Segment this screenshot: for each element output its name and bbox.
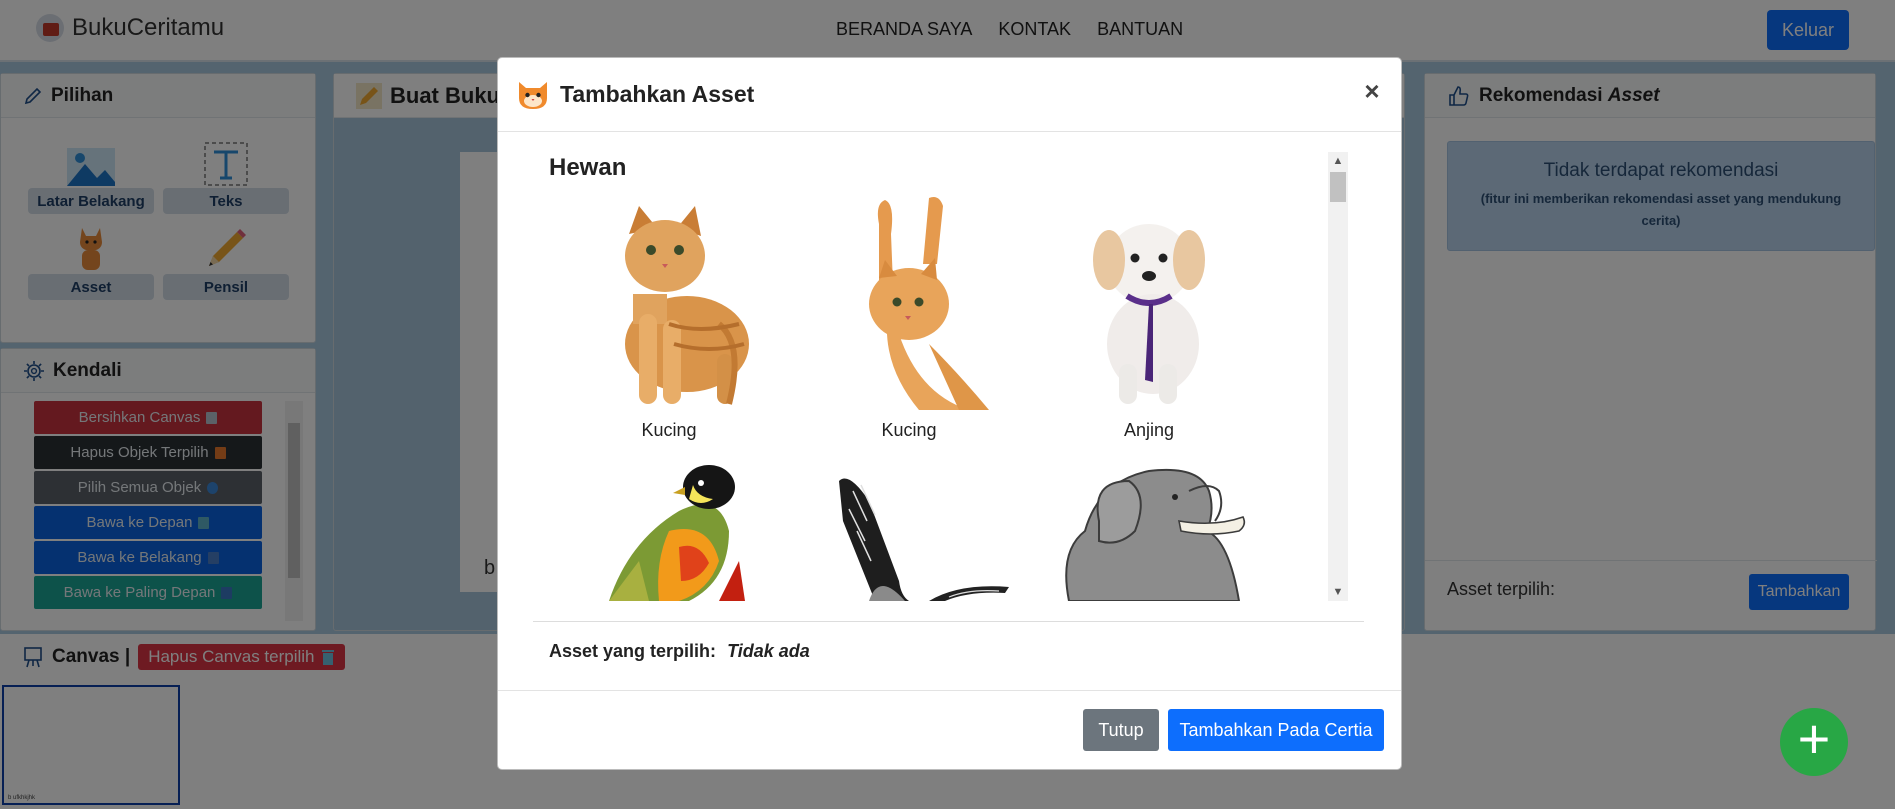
divider: [498, 690, 1401, 691]
selected-asset-value: Tidak ada: [727, 641, 810, 661]
close-icon[interactable]: ×: [1359, 78, 1385, 104]
modal-title: Tambahkan Asset: [560, 81, 755, 107]
bird-image: [609, 465, 745, 601]
asset-item[interactable]: Kucing: [789, 194, 1029, 441]
bird-wing-image: [839, 478, 1009, 601]
add-to-story-button[interactable]: Tambahkan Pada Certia: [1168, 709, 1384, 751]
selected-asset-label: Asset yang terpilih:: [549, 641, 717, 661]
add-canvas-button[interactable]: +: [1780, 708, 1848, 776]
cat-jumping-image: [869, 197, 989, 410]
scrollbar-thumb[interactable]: [1330, 172, 1346, 202]
dog-puppy-image: [1093, 224, 1205, 404]
modal-header: Tambahkan Asset: [498, 58, 1401, 132]
add-asset-modal: Tambahkan Asset × Hewan Kucing Kucing An…: [497, 57, 1402, 770]
divider: [533, 621, 1364, 622]
close-button[interactable]: Tutup: [1083, 709, 1159, 751]
asset-name: Kucing: [641, 420, 697, 440]
cat-icon: [519, 81, 547, 109]
asset-item[interactable]: [1029, 451, 1269, 602]
cat-sitting-image: [625, 206, 749, 405]
asset-item[interactable]: Anjing: [1029, 194, 1269, 441]
selected-asset-line: Asset yang terpilih: Tidak ada: [549, 641, 810, 662]
asset-list: Hewan Kucing Kucing Anjing: [549, 152, 1349, 602]
asset-item[interactable]: [549, 451, 789, 602]
category-title: Hewan: [549, 154, 627, 181]
asset-list-scrollbar[interactable]: ▲ ▼: [1328, 152, 1348, 601]
elephant-image: [1065, 468, 1246, 601]
asset-name: Kucing: [881, 420, 937, 440]
asset-name: Anjing: [1123, 420, 1175, 440]
scroll-down-arrow-icon[interactable]: ▼: [1328, 584, 1348, 600]
asset-item[interactable]: [789, 451, 1029, 602]
asset-item[interactable]: Kucing: [549, 194, 789, 441]
scroll-up-arrow-icon[interactable]: ▲: [1328, 153, 1348, 169]
